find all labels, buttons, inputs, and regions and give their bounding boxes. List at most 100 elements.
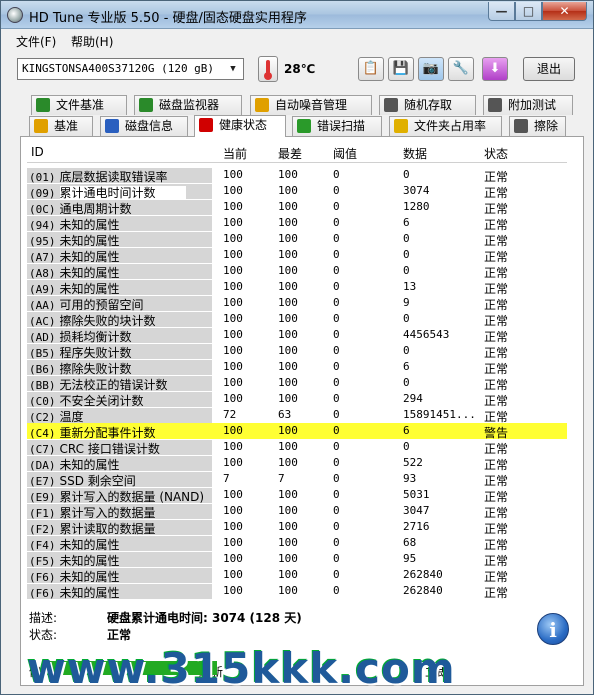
table-row[interactable]: (01) 底层数据读取错误率 100 100 0 0 正常 (27, 167, 567, 183)
save-icon[interactable]: 💾 (388, 57, 414, 81)
header-worst[interactable]: 最差 (278, 145, 302, 162)
attribute-name: 累计写入的数据量 (NAND) (59, 490, 205, 503)
cell-status: 正常 (484, 586, 509, 599)
attribute-name: 未知的属性 (59, 266, 120, 279)
cell-worst: 100 (278, 200, 298, 213)
tab-erase[interactable]: 擦除 (509, 116, 566, 136)
attribute-name: SSD 剩余空间 (59, 474, 136, 487)
tab-error-scan[interactable]: 错误扫描 (292, 116, 382, 136)
close-button[interactable]: ✕ (542, 2, 587, 21)
cell-threshold: 0 (333, 264, 340, 277)
chevron-down-icon[interactable]: ▼ (225, 61, 241, 77)
header-threshold[interactable]: 阈值 (333, 145, 357, 162)
cell-threshold: 0 (333, 280, 340, 293)
table-row[interactable]: (F6) 未知的属性 100 100 0 262840 正常 (27, 583, 567, 599)
table-row[interactable]: (F5) 未知的属性 100 100 0 95 正常 (27, 551, 567, 567)
header-status[interactable]: 状态 (484, 145, 508, 162)
minimize-button[interactable]: — (488, 2, 515, 21)
copy-icon[interactable]: 📋 (358, 57, 384, 81)
tab-benchmark[interactable]: 基准 (29, 116, 93, 136)
attribute-id: (E7) (29, 475, 56, 487)
aam-icon (255, 98, 269, 112)
table-row[interactable]: (C0) 不安全关闭计数 100 100 0 294 正常 (27, 391, 567, 407)
attribute-id: (F1) (29, 507, 56, 519)
tab-disk-info[interactable]: 磁盘信息 (100, 116, 188, 136)
status-label: 状态: (29, 628, 58, 642)
attribute-name: 未知的属性 (59, 586, 120, 599)
table-row[interactable]: (F4) 未知的属性 100 100 0 68 正常 (27, 535, 567, 551)
cell-worst: 100 (278, 440, 298, 453)
cell-worst: 100 (278, 456, 298, 469)
table-row[interactable]: (E9) 累计写入的数据量 (NAND) 100 100 0 5031 正常 (27, 487, 567, 503)
table-row[interactable]: (C7) CRC 接口错误计数 100 100 0 0 正常 (27, 439, 567, 455)
attribute-id: (BB) (29, 379, 56, 391)
table-row[interactable]: (F1) 累计写入的数据量 100 100 0 3047 正常 (27, 503, 567, 519)
table-row[interactable]: (B6) 擦除失败计数 100 100 0 6 正常 (27, 359, 567, 375)
cell-data: 13 (403, 280, 417, 293)
attribute-cell: (B5) 程序失败计数 (27, 344, 212, 359)
cell-worst: 100 (278, 536, 298, 549)
cell-threshold: 0 (333, 488, 340, 501)
menu-file[interactable]: 文件(F) (16, 33, 56, 50)
cell-current: 100 (223, 376, 243, 389)
file-benchmark-icon (36, 98, 50, 112)
header-data[interactable]: 数据 (403, 145, 427, 162)
tab-aam[interactable]: 自动噪音管理 (250, 95, 372, 115)
status-value: 正常 (107, 628, 132, 642)
table-row[interactable]: (AC) 擦除失败的块计数 100 100 0 0 正常 (27, 311, 567, 327)
info-icon[interactable]: i (537, 613, 569, 645)
header-current[interactable]: 当前 (223, 145, 247, 162)
tab-disk-monitor[interactable]: 磁盘监视器 (134, 95, 242, 115)
tab-random-access[interactable]: 随机存取 (379, 95, 476, 115)
tab-file-benchmark[interactable]: 文件基准 (31, 95, 127, 115)
attribute-id: (F6) (29, 587, 56, 599)
cell-current: 7 (223, 472, 230, 485)
table-row[interactable]: (09) 累计通电时间计数 100 100 0 3074 正常 (27, 183, 567, 199)
cell-threshold: 0 (333, 520, 340, 533)
cell-current: 100 (223, 216, 243, 229)
cell-current: 100 (223, 520, 243, 533)
table-row[interactable]: (DA) 未知的属性 100 100 0 522 正常 (27, 455, 567, 471)
cell-status: 正常 (484, 282, 509, 295)
tab-extra-tests[interactable]: 附加测试 (483, 95, 573, 115)
attribute-cell: (F5) 未知的属性 (27, 552, 212, 567)
attribute-id: (A8) (29, 267, 56, 279)
cell-status: 正常 (484, 490, 509, 503)
table-row[interactable]: (AD) 损耗均衡计数 100 100 0 4456543 正常 (27, 327, 567, 343)
table-row[interactable]: (A8) 未知的属性 100 100 0 0 正常 (27, 263, 567, 279)
tab-health[interactable]: 健康状态 (194, 115, 286, 137)
attribute-id: (B6) (29, 363, 56, 375)
table-row[interactable]: (A7) 未知的属性 100 100 0 0 正常 (27, 247, 567, 263)
maximize-button[interactable]: □ (515, 2, 542, 21)
attribute-id: (A9) (29, 283, 56, 295)
table-row[interactable]: (AA) 可用的预留空间 100 100 0 9 正常 (27, 295, 567, 311)
table-row[interactable]: (C2) 温度 72 63 0 15891451... 正常 (27, 407, 567, 423)
table-row[interactable]: (94) 未知的属性 100 100 0 6 正常 (27, 215, 567, 231)
cell-data: 93 (403, 472, 417, 485)
camera-icon[interactable]: 📷 (418, 57, 444, 81)
cell-status: 正常 (484, 202, 509, 215)
table-row[interactable]: (F6) 未知的属性 100 100 0 262840 正常 (27, 567, 567, 583)
cell-worst: 100 (278, 424, 298, 437)
attribute-cell: (AC) 擦除失败的块计数 (27, 312, 212, 327)
options-icon[interactable]: 🔧 (448, 57, 474, 81)
tab-folder-usage[interactable]: 文件夹占用率 (389, 116, 502, 136)
header-id[interactable]: ID (31, 145, 44, 159)
table-row[interactable]: (0C) 通电周期计数 100 100 0 1280 正常 (27, 199, 567, 215)
attribute-cell: (F2) 累计读取的数据量 (27, 520, 212, 535)
table-row[interactable]: (A9) 未知的属性 100 100 0 13 正常 (27, 279, 567, 295)
table-row[interactable]: (C4) 重新分配事件计数 100 100 0 6 警告 (27, 423, 567, 439)
download-icon[interactable]: ⬇ (482, 57, 508, 81)
drive-select[interactable]: KINGSTONSA400S37120G (120 gB) ▼ (17, 58, 244, 80)
title-bar[interactable]: HD Tune 专业版 5.50 - 硬盘/固态硬盘实用程序 — □ ✕ (1, 1, 593, 29)
menu-help[interactable]: 帮助(H) (71, 33, 113, 50)
cell-data: 68 (403, 536, 417, 549)
table-row[interactable]: (F2) 累计读取的数据量 100 100 0 2716 正常 (27, 519, 567, 535)
table-row[interactable]: (BB) 无法校正的错误计数 100 100 0 0 正常 (27, 375, 567, 391)
table-row[interactable]: (E7) SSD 剩余空间 7 7 0 93 正常 (27, 471, 567, 487)
exit-button[interactable]: 退出 (523, 57, 575, 81)
table-row[interactable]: (B5) 程序失败计数 100 100 0 0 正常 (27, 343, 567, 359)
table-row[interactable]: (95) 未知的属性 100 100 0 0 正常 (27, 231, 567, 247)
cell-status: 正常 (484, 330, 509, 343)
attribute-cell: (C2) 温度 (27, 408, 212, 423)
